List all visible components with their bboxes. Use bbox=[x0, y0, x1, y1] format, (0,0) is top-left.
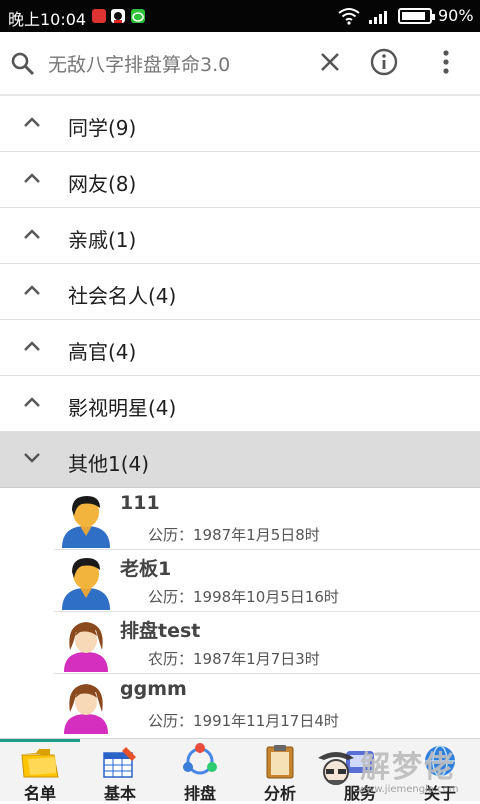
contact-name: 老板1 bbox=[120, 558, 172, 580]
contact-list: 同学(9) 网友(8) 亲戚(1) 社会名人(4) 高官(4) 影视明星(4) … bbox=[0, 96, 480, 736]
signal-icon bbox=[369, 11, 387, 24]
contact-name: 排盘test bbox=[120, 620, 201, 642]
group-label: 影视明星(4) bbox=[68, 396, 177, 420]
overflow-menu-icon[interactable] bbox=[442, 49, 450, 75]
male-avatar-icon bbox=[62, 496, 110, 548]
chevron-up-icon bbox=[24, 397, 40, 407]
search-input[interactable]: 无敌八字排盘算命3.0 bbox=[48, 50, 230, 77]
alert-icon bbox=[92, 9, 106, 23]
battery-icon bbox=[398, 8, 435, 24]
group-row-net-friends[interactable]: 网友(8) bbox=[0, 152, 480, 208]
folder-icon bbox=[21, 749, 59, 778]
wechat-icon bbox=[131, 9, 145, 23]
group-label: 其他1(4) bbox=[68, 452, 150, 476]
wifi-icon bbox=[338, 8, 360, 25]
male-avatar-icon bbox=[62, 558, 110, 610]
tab-analysis[interactable]: 分析 bbox=[240, 739, 320, 803]
grid-pencil-icon bbox=[103, 747, 136, 778]
status-bar: 晚上10:04 90% bbox=[0, 0, 480, 32]
contact-row[interactable]: 111 公历：1987年1月5日8时 bbox=[0, 488, 480, 550]
female-avatar-icon bbox=[64, 622, 108, 672]
search-icon[interactable] bbox=[10, 51, 36, 77]
info-icon[interactable] bbox=[370, 48, 398, 76]
tab-list[interactable]: 名单 bbox=[0, 739, 80, 803]
group-row-movie-stars[interactable]: 影视明星(4) bbox=[0, 376, 480, 432]
tab-label: 基本 bbox=[103, 784, 136, 803]
watermark-logo-icon bbox=[318, 752, 354, 785]
group-label: 亲戚(1) bbox=[68, 228, 137, 252]
group-row-other[interactable]: 其他1(4) bbox=[0, 432, 480, 488]
tab-basic[interactable]: 基本 bbox=[80, 739, 160, 803]
female-avatar-icon bbox=[64, 684, 108, 734]
chevron-down-icon bbox=[24, 453, 40, 463]
watermark-text: 解梦佬 bbox=[360, 750, 456, 785]
battery-percent: 90% bbox=[438, 6, 474, 25]
tab-label: 名单 bbox=[23, 784, 56, 803]
group-label: 网友(8) bbox=[68, 172, 137, 196]
contact-row[interactable]: ggmm 公历：1991年11月17日4时 bbox=[0, 674, 480, 736]
contact-name: ggmm bbox=[120, 678, 187, 700]
contact-birth-date: 公历：1991年11月17日4时 bbox=[148, 712, 339, 730]
group-label: 社会名人(4) bbox=[68, 284, 177, 308]
tab-label: 分析 bbox=[263, 784, 296, 803]
contact-row[interactable]: 排盘test 农历：1987年1月7日3时 bbox=[0, 612, 480, 674]
clear-icon[interactable] bbox=[319, 51, 341, 73]
chevron-up-icon bbox=[24, 173, 40, 183]
contact-birth-date: 公历：1998年10月5日16时 bbox=[148, 588, 339, 606]
status-time: 晚上10:04 bbox=[8, 10, 87, 29]
chevron-up-icon bbox=[24, 229, 40, 239]
group-row-celebrities[interactable]: 社会名人(4) bbox=[0, 264, 480, 320]
watermark: 解梦佬 www.jiemengla.com bbox=[312, 740, 480, 800]
contact-birth-date: 农历：1987年1月7日3时 bbox=[148, 650, 320, 668]
contact-birth-date: 公历：1987年1月5日8时 bbox=[148, 526, 320, 544]
tab-chart[interactable]: 排盘 bbox=[160, 739, 240, 803]
chevron-up-icon bbox=[24, 285, 40, 295]
clipboard-icon bbox=[266, 745, 294, 779]
group-row-officials[interactable]: 高官(4) bbox=[0, 320, 480, 376]
group-row-relatives[interactable]: 亲戚(1) bbox=[0, 208, 480, 264]
tab-label: 排盘 bbox=[183, 784, 216, 803]
watermark-url: www.jiemengla.com bbox=[358, 784, 459, 795]
contact-row[interactable]: 老板1 公历：1998年10月5日16时 bbox=[0, 550, 480, 612]
qq-icon bbox=[111, 9, 125, 23]
search-bar: 无敌八字排盘算命3.0 bbox=[0, 32, 480, 94]
contact-name: 111 bbox=[120, 492, 160, 514]
group-label: 高官(4) bbox=[68, 340, 137, 364]
chevron-up-icon bbox=[24, 341, 40, 351]
chevron-up-icon bbox=[24, 117, 40, 127]
cycle-icon bbox=[183, 743, 217, 775]
group-row-classmates[interactable]: 同学(9) bbox=[0, 96, 480, 152]
group-label: 同学(9) bbox=[68, 116, 137, 140]
